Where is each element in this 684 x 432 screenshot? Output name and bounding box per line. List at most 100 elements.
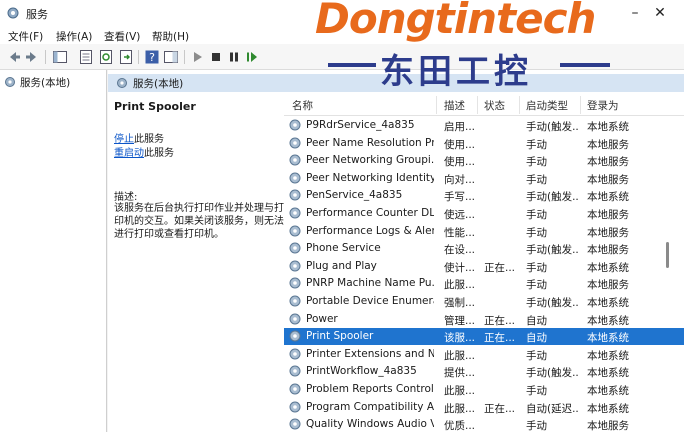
service-startup-cell: 手动 [526, 209, 547, 221]
service-startup-cell: 手动(触发... [526, 191, 579, 204]
column-header-logon-as[interactable]: 登录为 [587, 98, 619, 113]
service-desc-cell: 管理... [444, 314, 476, 327]
restart-service-link[interactable]: 重启动 [114, 148, 144, 159]
refresh-icon[interactable] [98, 49, 114, 65]
service-logon-cell: 本地系统 [587, 191, 629, 204]
service-gear-icon [289, 401, 301, 413]
service-name-cell: Program Compatibility A... [306, 400, 434, 413]
service-status-cell: 正在... [484, 332, 516, 345]
service-logon-cell: 本地系统 [587, 332, 629, 345]
service-startup-cell: 手动 [526, 420, 547, 432]
service-desc-cell: 手写... [444, 191, 476, 204]
service-name-cell: Performance Counter DL... [306, 207, 434, 219]
help-icon[interactable]: ? [144, 49, 160, 65]
service-gear-icon [289, 295, 301, 307]
service-row[interactable]: P9RdrService_4a835 启用... 手动(触发... 本地系统 [284, 117, 684, 134]
service-status-cell: 正在... [484, 402, 516, 415]
services-gear-icon [117, 78, 127, 88]
service-row[interactable]: Performance Logs & Aler... 性能... 手动 本地服务 [284, 223, 684, 240]
service-row[interactable]: Peer Networking Identity... 向对... 手动 本地服务 [284, 170, 684, 187]
service-gear-icon [289, 172, 301, 184]
service-row[interactable]: Power 管理... 正在... 自动 本地系统 [284, 311, 684, 328]
service-desc-cell: 使用... [444, 156, 476, 169]
column-header-description[interactable]: 描述 [444, 98, 465, 113]
service-row[interactable]: Peer Networking Groupi... 使用... 手动 本地服务 [284, 152, 684, 169]
service-desc-cell: 强制... [444, 297, 476, 309]
start-icon[interactable] [190, 49, 206, 65]
service-startup-cell: 手动 [526, 385, 547, 397]
service-startup-cell: 手动 [526, 173, 547, 186]
properties-icon[interactable] [78, 49, 94, 65]
service-detail-panel: Print Spooler 停止此服务 重启动此服务 描述: 该服务在后台执行打… [114, 98, 286, 428]
service-row[interactable]: Print Spooler 该服... 正在... 自动 本地系统 [284, 328, 684, 346]
services-pane: 服务(本地) Print Spooler 停止此服务 重启动此服务 描述: 该服… [108, 70, 684, 432]
service-desc-cell: 使远... [444, 209, 476, 221]
close-button[interactable]: ✕ [650, 3, 670, 23]
service-logon-cell: 本地系统 [587, 402, 629, 415]
service-description: 该服务在后台执行打印作业并处理与打印机的交互。如果关闭该服务，则无法进行打印或查… [114, 203, 284, 240]
service-row[interactable]: Plug and Play 使计... 正在... 手动 本地系统 [284, 258, 684, 275]
service-desc-cell: 此服... [444, 349, 476, 362]
list-header: 名称 描述 状态 启动类型 登录为 [284, 94, 684, 116]
service-row[interactable]: Quality Windows Audio V... 优质... 手动 本地服务 [284, 416, 684, 432]
back-arrow-icon[interactable] [6, 49, 22, 65]
minimize-button[interactable]: – [625, 3, 645, 23]
services-gear-icon [5, 77, 15, 87]
toolbar-separator [138, 50, 139, 64]
service-desc-cell: 提供... [444, 367, 476, 380]
service-logon-cell: 本地服务 [587, 209, 629, 221]
service-logon-cell: 本地服务 [587, 244, 629, 257]
service-logon-cell: 本地系统 [587, 385, 629, 397]
console-tree-icon[interactable] [52, 49, 68, 65]
service-startup-cell: 自动(延迟... [526, 402, 579, 415]
service-desc-cell: 优质... [444, 420, 476, 432]
service-row[interactable]: Program Compatibility A... 此服... 正在... 自动(延… [284, 399, 684, 416]
service-row[interactable]: Portable Device Enumera... 强制... 手动(触发... 本… [284, 293, 684, 310]
service-gear-icon [289, 330, 301, 342]
column-header-name[interactable]: 名称 [292, 98, 313, 113]
forward-arrow-icon[interactable] [24, 49, 40, 65]
service-name-cell: Phone Service [306, 242, 381, 255]
service-logon-cell: 本地服务 [587, 226, 629, 239]
service-gear-icon [289, 348, 301, 360]
service-row[interactable]: PrintWorkflow_4a835 提供... 手动(触发... 本地系统 [284, 363, 684, 380]
service-row[interactable]: Phone Service 在设... 手动(触发... 本地服务 [284, 240, 684, 257]
service-gear-icon [289, 277, 301, 289]
column-header-startup-type[interactable]: 启动类型 [526, 98, 568, 113]
stop-icon[interactable] [208, 49, 224, 65]
menu-help[interactable]: 帮助(H) [152, 29, 189, 44]
tree-item-label: 服务(本地) [20, 76, 71, 89]
menu-view[interactable]: 查看(V) [104, 29, 140, 44]
service-name-cell: Problem Reports Control... [306, 383, 434, 395]
service-gear-icon [289, 242, 301, 254]
service-status-cell: 正在... [484, 314, 516, 327]
service-status-cell: 正在... [484, 261, 516, 274]
selected-service-name: Print Spooler [114, 100, 196, 113]
service-gear-icon [289, 119, 301, 131]
service-row[interactable]: Peer Name Resolution Pr... 使用... 手动 本地服务 [284, 135, 684, 152]
service-row[interactable]: PenService_4a835 手写... 手动(触发... 本地系统 [284, 187, 684, 204]
service-name-cell: PrintWorkflow_4a835 [306, 365, 417, 378]
column-header-status[interactable]: 状态 [484, 98, 505, 113]
show-hide-pane-icon[interactable] [163, 49, 179, 65]
restart-service-row: 重启动此服务 [114, 144, 174, 159]
toolbar-separator [45, 50, 46, 64]
menu-action[interactable]: 操作(A) [56, 29, 92, 44]
toolbar-separator [184, 50, 185, 64]
service-row[interactable]: Problem Reports Control... 此服... 手动 本地系统 [284, 381, 684, 398]
service-logon-cell: 本地系统 [587, 297, 629, 309]
service-row[interactable]: Performance Counter DL... 使远... 手动 本地服务 [284, 205, 684, 222]
service-row[interactable]: PNRP Machine Name Pu... 此服... 手动 本地服务 [284, 275, 684, 292]
tree-item-services-local[interactable]: 服务(本地) [4, 74, 70, 90]
service-desc-cell: 该服... [444, 332, 476, 345]
export-list-icon[interactable] [118, 49, 134, 65]
service-startup-cell: 手动 [526, 261, 547, 274]
menu-file[interactable]: 文件(F) [8, 29, 43, 44]
column-separator [436, 96, 437, 114]
service-name-cell: Printer Extensions and N... [306, 347, 434, 360]
service-row[interactable]: Printer Extensions and N... 此服... 手动 本地系统 [284, 346, 684, 363]
vertical-scrollbar-thumb[interactable] [666, 242, 669, 268]
pause-icon[interactable] [226, 49, 242, 65]
restart-icon[interactable] [244, 49, 260, 65]
column-separator [580, 96, 581, 114]
